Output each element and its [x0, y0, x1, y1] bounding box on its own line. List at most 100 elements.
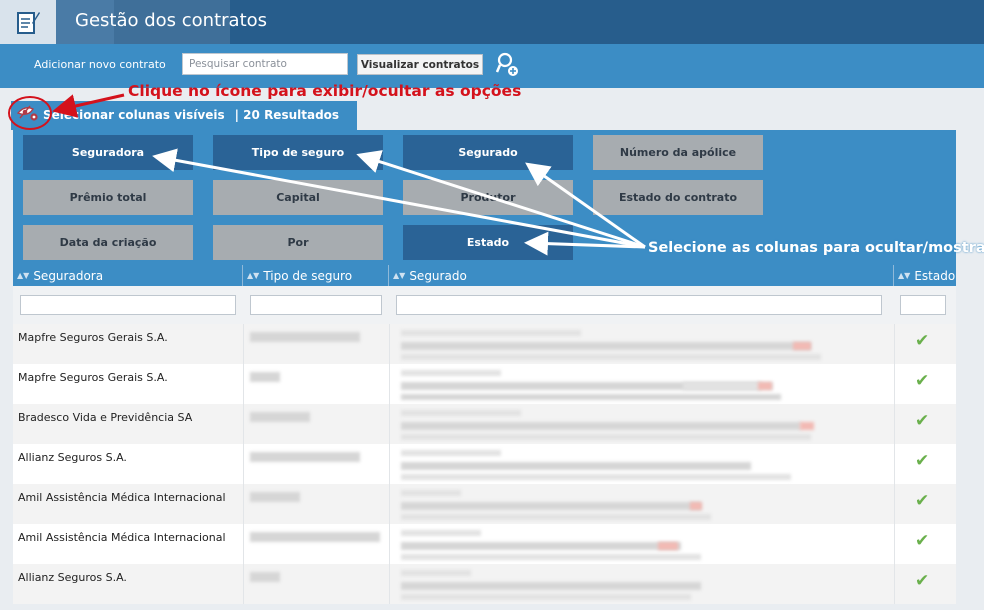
column-divider [894, 564, 895, 604]
column-divider [894, 484, 895, 524]
column-divider [894, 404, 895, 444]
sort-icon: ▲▼ [247, 271, 260, 280]
annotation-circle [8, 96, 52, 130]
cell-segurado-redacted [401, 410, 521, 416]
chip-tipo-de-seguro[interactable]: Tipo de seguro [213, 135, 383, 170]
cell-seguradora: Amil Assistência Médica Internacional [18, 531, 226, 544]
cell-tipo-redacted [250, 412, 310, 422]
filter-seguradora-input[interactable] [20, 295, 236, 315]
cell-seguradora: Allianz Seguros S.A. [18, 571, 127, 584]
chip-por[interactable]: Por [213, 225, 383, 260]
column-divider [243, 564, 244, 604]
column-divider [894, 524, 895, 564]
column-divider [894, 324, 895, 364]
column-divider [894, 364, 895, 404]
cell-segurado-redacted [401, 450, 501, 456]
table-row[interactable]: Amil Assistência Médica Internacional ✔ [13, 484, 956, 524]
column-selector-label: Selecionar colunas visíveis [43, 108, 225, 122]
filter-tipo-input[interactable] [250, 295, 382, 315]
col-header-tipo-de-seguro[interactable]: ▲▼ Tipo de seguro [243, 265, 389, 286]
cell-segurado-redacted [800, 422, 814, 430]
search-input[interactable] [182, 53, 348, 75]
chip-segurado[interactable]: Segurado [403, 135, 573, 170]
cell-tipo-redacted [250, 532, 380, 542]
column-divider [243, 324, 244, 364]
contracts-logo-icon[interactable] [0, 0, 56, 44]
cell-tipo-redacted [250, 572, 280, 582]
cell-tipo-redacted [250, 372, 280, 382]
cell-tipo-redacted [250, 492, 300, 502]
col-header-seguradora[interactable]: ▲▼ Seguradora [13, 265, 243, 286]
col-header-estado[interactable]: ▲▼ Estado [894, 265, 956, 286]
view-contracts-button[interactable]: Visualizar contratos [357, 54, 483, 75]
cell-seguradora: Mapfre Seguros Gerais S.A. [18, 331, 168, 344]
chip-numero-da-apolice[interactable]: Número da apólice [593, 135, 763, 170]
column-divider [243, 484, 244, 524]
cell-segurado-redacted [401, 422, 801, 430]
cell-segurado-redacted [401, 582, 701, 590]
column-divider [243, 364, 244, 404]
column-divider [389, 324, 390, 364]
chip-data-da-criacao[interactable]: Data da criação [23, 225, 193, 260]
cell-seguradora: Amil Assistência Médica Internacional [18, 491, 226, 504]
table-row[interactable]: Amil Assistência Médica Internacional ✔ [13, 524, 956, 564]
chip-produtor[interactable]: Produtor [403, 180, 573, 215]
cell-segurado-redacted [401, 354, 821, 360]
cell-segurado-redacted [401, 490, 461, 496]
check-icon: ✔ [915, 571, 930, 591]
cell-segurado-redacted [793, 342, 811, 350]
column-divider [894, 444, 895, 484]
cell-segurado-redacted [401, 462, 751, 470]
cell-seguradora: Bradesco Vida e Previdência SA [18, 411, 193, 424]
table-row[interactable]: Bradesco Vida e Previdência SA ✔ [13, 404, 956, 444]
cell-segurado-redacted [401, 514, 711, 520]
cell-segurado-redacted [690, 502, 702, 510]
column-divider [389, 524, 390, 564]
cell-segurado-redacted [401, 342, 811, 350]
chip-premio-total[interactable]: Prêmio total [23, 180, 193, 215]
column-divider [389, 484, 390, 524]
column-divider [243, 404, 244, 444]
cell-segurado-redacted [401, 570, 471, 576]
check-icon: ✔ [915, 411, 930, 431]
column-selector-tab[interactable]: Selecionar colunas visíveis | 20 Resultad… [11, 101, 357, 130]
table-row[interactable]: Mapfre Seguros Gerais S.A. ✔ [13, 324, 956, 364]
table-row[interactable]: Allianz Seguros S.A. ✔ [13, 444, 956, 484]
chip-estado-do-contrato[interactable]: Estado do contrato [593, 180, 763, 215]
check-icon: ✔ [915, 491, 930, 511]
add-contract-button[interactable]: Adicionar novo contrato [34, 58, 166, 71]
cell-segurado-redacted [401, 330, 581, 336]
cell-segurado-redacted [401, 554, 701, 560]
chip-estado[interactable]: Estado [403, 225, 573, 260]
cell-segurado-redacted [758, 382, 772, 390]
check-icon: ✔ [915, 331, 930, 351]
check-icon: ✔ [915, 371, 930, 391]
cell-segurado-redacted [658, 542, 678, 550]
search-user-icon[interactable] [496, 52, 520, 78]
column-divider [243, 444, 244, 484]
cell-segurado-redacted [401, 434, 811, 440]
cell-tipo-redacted [250, 452, 360, 462]
column-divider [389, 404, 390, 444]
column-divider [389, 364, 390, 404]
cell-tipo-redacted [250, 332, 360, 342]
grid-header: ▲▼ Seguradora ▲▼ Tipo de seguro ▲▼ Segurado… [13, 265, 956, 286]
chip-seguradora[interactable]: Seguradora [23, 135, 193, 170]
cell-segurado-redacted [401, 474, 791, 480]
cell-segurado-redacted [401, 370, 501, 376]
annotation-click-hint: Clique no ícone para exibir/ocultar as o… [128, 82, 522, 100]
column-divider [389, 564, 390, 604]
chip-capital[interactable]: Capital [213, 180, 383, 215]
table-row[interactable]: Mapfre Seguros Gerais S.A. ✔ [13, 364, 956, 404]
table-row[interactable]: Allianz Seguros S.A. ✔ [13, 564, 956, 604]
cell-segurado-redacted [401, 542, 681, 550]
filter-row [13, 286, 956, 324]
cell-segurado-redacted [401, 530, 481, 536]
col-header-segurado[interactable]: ▲▼ Segurado [389, 265, 894, 286]
filter-estado-input[interactable] [900, 295, 946, 315]
page-title: Gestão dos contratos [75, 10, 268, 31]
filter-segurado-input[interactable] [396, 295, 882, 315]
check-icon: ✔ [915, 531, 930, 551]
results-count: | 20 Resultados [234, 108, 340, 122]
column-divider [389, 444, 390, 484]
